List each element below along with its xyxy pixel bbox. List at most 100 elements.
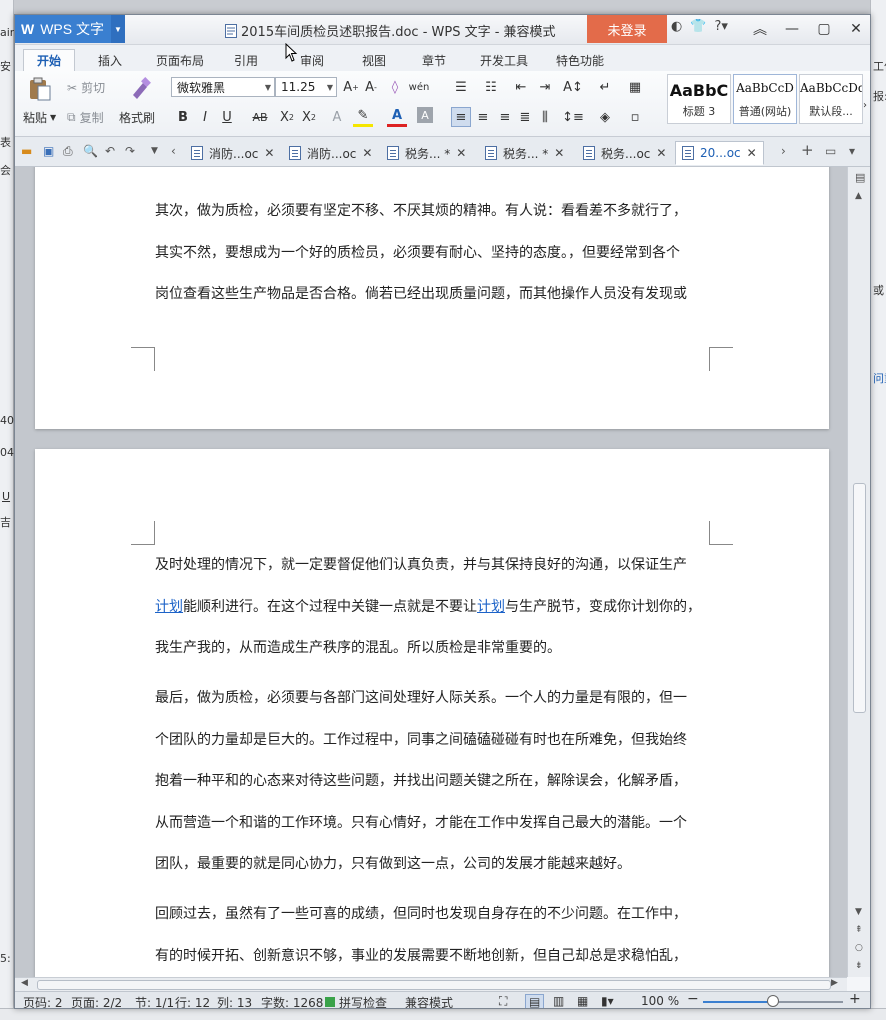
close-icon[interactable]: ✕	[656, 146, 666, 160]
vertical-scroll-thumb[interactable]	[853, 483, 866, 713]
new-tab-icon[interactable]: +	[801, 141, 814, 159]
fullscreen-icon[interactable]: ⛶	[499, 994, 507, 1008]
zoom-out-icon[interactable]: −	[687, 991, 699, 1007]
paste-icon[interactable]	[27, 77, 53, 101]
text-effect-icon[interactable]: A	[327, 107, 347, 127]
tab-scroll-left-icon[interactable]: ‹	[171, 144, 176, 158]
shrink-font-icon[interactable]: A-	[361, 77, 381, 97]
chevron-right-icon[interactable]: ›	[860, 95, 870, 115]
paste-button[interactable]: 粘贴 ▼	[23, 109, 56, 126]
doc-tab[interactable]: 消防...oc ✕	[191, 141, 274, 165]
browse-object-icon[interactable]: ○	[855, 943, 863, 953]
tab-page-layout[interactable]: 页面布局	[145, 49, 215, 71]
tab-references[interactable]: 引用	[223, 49, 269, 71]
status-spell-check[interactable]: 拼写检查	[339, 994, 387, 1008]
zoom-slider[interactable]	[703, 995, 843, 1007]
style-normal-web[interactable]: AaBbCcD 普通(网站)	[733, 74, 797, 124]
char-shading-icon[interactable]: A	[417, 107, 433, 123]
prev-page-icon[interactable]: ⇞	[855, 925, 863, 935]
font-color-icon[interactable]: A	[387, 107, 407, 127]
align-center-icon[interactable]: ≡	[473, 107, 493, 127]
undo-icon[interactable]: ↶	[105, 144, 115, 158]
clear-format-icon[interactable]: ◊	[385, 77, 405, 97]
close-icon[interactable]: ✕	[456, 146, 466, 160]
tab-developer[interactable]: 开发工具	[473, 49, 535, 71]
shading-icon[interactable]: ◈	[595, 107, 615, 127]
decrease-indent-icon[interactable]: ⇤	[511, 77, 531, 97]
doc-tab[interactable]: 消防...oc ✕	[289, 141, 372, 165]
subscript-icon[interactable]: X2	[299, 107, 319, 127]
style-heading3[interactable]: AaBbC 标题 3	[667, 74, 731, 124]
tab-menu-icon[interactable]: ▾	[849, 144, 855, 158]
italic-icon[interactable]: I	[195, 107, 215, 127]
tab-scroll-right-icon[interactable]: ›	[781, 144, 786, 158]
bold-icon[interactable]: B	[173, 107, 193, 127]
print-preview-icon[interactable]: 🔍	[83, 144, 98, 158]
format-painter-button[interactable]: 格式刷	[119, 109, 155, 126]
zoom-slider-knob[interactable]	[767, 995, 779, 1007]
bullet-list-icon[interactable]: ☰	[451, 77, 471, 97]
strikethrough-icon[interactable]: AB	[245, 107, 275, 127]
status-word-count[interactable]: 字数: 1268	[261, 994, 323, 1008]
superscript-icon[interactable]: X2	[277, 107, 297, 127]
copy-button[interactable]: ⧉ 复制	[67, 109, 104, 126]
justify-icon[interactable]: ≣	[515, 107, 535, 127]
chevron-down-icon[interactable]: ▼	[111, 15, 125, 43]
borders-icon[interactable]: ▫	[625, 107, 645, 127]
open-folder-icon[interactable]: ▬	[21, 144, 32, 158]
close-icon[interactable]: ✕	[747, 146, 757, 160]
ruler-toggle-icon[interactable]: ▤	[855, 171, 865, 184]
show-marks-icon[interactable]: ↵	[595, 77, 615, 97]
doc-tab[interactable]: 税务... * ✕	[485, 141, 564, 165]
page-view-icon[interactable]: ▤	[525, 994, 545, 1008]
minimize-icon[interactable]: —	[776, 15, 808, 43]
redo-icon[interactable]: ↷	[125, 144, 135, 158]
line-spacing-icon[interactable]: ↕≡	[562, 107, 584, 127]
distribute-icon[interactable]: ⫼	[535, 107, 555, 127]
tab-home[interactable]: 开始	[23, 49, 75, 71]
scroll-down-icon[interactable]: ▼	[855, 907, 862, 917]
style-default-paragraph[interactable]: AaBbCcDd 默认段...	[799, 74, 863, 124]
save-icon[interactable]: ▣	[43, 144, 54, 158]
numbered-list-icon[interactable]: ☷	[481, 77, 501, 97]
doc-tab-active[interactable]: 20...oc ✕	[675, 141, 764, 165]
tab-list-icon[interactable]: ▭	[825, 144, 836, 158]
skin-icon[interactable]: 👕	[690, 19, 706, 34]
document-canvas[interactable]: 其次，做为质检，必须要有坚定不移、不厌其烦的精神。有人说：看看差不多就行了， 其…	[15, 167, 847, 977]
web-view-icon[interactable]: ▦	[577, 994, 588, 1008]
highlight-icon[interactable]: ✎	[353, 107, 373, 127]
maximize-icon[interactable]: ▢	[808, 15, 840, 43]
next-page-icon[interactable]: ⇟	[855, 961, 863, 971]
scroll-left-icon[interactable]: ◀	[21, 978, 28, 988]
increase-indent-icon[interactable]: ⇥	[535, 77, 555, 97]
close-icon[interactable]: ✕	[554, 146, 564, 160]
grow-font-icon[interactable]: A +	[341, 77, 361, 97]
doc-tab[interactable]: 税务... * ✕	[387, 141, 466, 165]
tab-special-features[interactable]: 特色功能	[549, 49, 611, 71]
print-icon[interactable]: ⎙	[63, 144, 73, 159]
outline-view-icon[interactable]: ▥	[553, 994, 564, 1008]
scroll-right-icon[interactable]: ▶	[831, 978, 838, 988]
font-size-select[interactable]: 11.25 ▼	[275, 77, 337, 97]
tab-view[interactable]: 视图	[351, 49, 397, 71]
horizontal-scroll-thumb[interactable]	[37, 980, 831, 990]
zoom-in-icon[interactable]: +	[849, 991, 861, 1007]
reading-view-icon[interactable]: ▮▾	[601, 994, 614, 1008]
font-name-select[interactable]: 微软雅黑 ▼	[171, 77, 275, 97]
close-icon[interactable]: ✕	[362, 146, 372, 160]
collapse-ribbon-icon[interactable]: ︽	[744, 15, 776, 43]
cut-button[interactable]: ✂ 剪切	[67, 79, 105, 96]
chevron-down-icon[interactable]: ▼	[151, 146, 158, 156]
tab-insert[interactable]: 插入	[87, 49, 133, 71]
feedback-icon[interactable]: ◐	[671, 19, 682, 34]
format-painter-icon[interactable]	[127, 77, 153, 101]
scroll-up-icon[interactable]: ▲	[855, 191, 862, 201]
align-left-icon[interactable]: ≡	[451, 107, 471, 127]
phonetic-guide-icon[interactable]: wén	[409, 77, 430, 97]
hyperlink[interactable]: 计划	[477, 599, 505, 615]
hyperlink[interactable]: 计划	[155, 599, 183, 615]
tab-section[interactable]: 章节	[411, 49, 457, 71]
status-page-code[interactable]: 页码: 2	[23, 994, 63, 1008]
underline-icon[interactable]: U	[217, 107, 237, 127]
app-menu-button[interactable]: W WPS 文字 ▼	[15, 15, 125, 43]
